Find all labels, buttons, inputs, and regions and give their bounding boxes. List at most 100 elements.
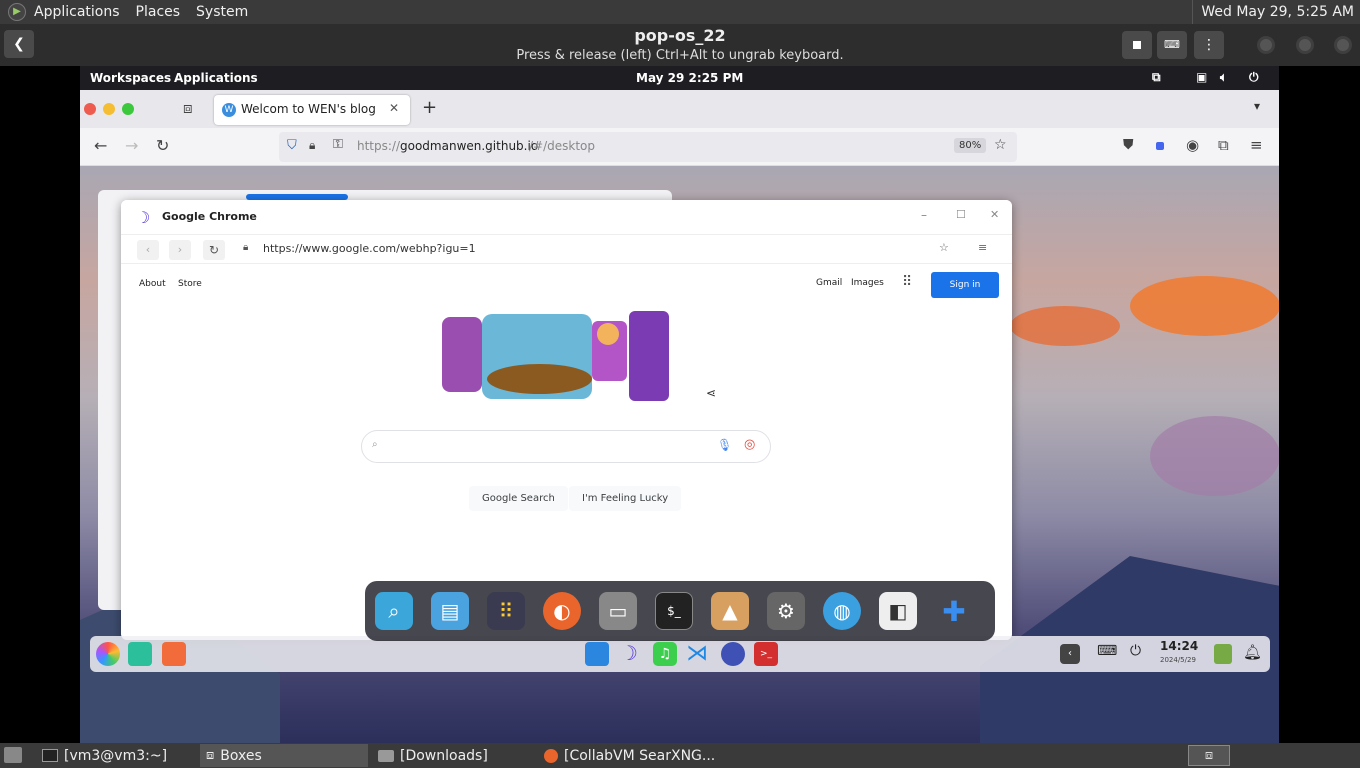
close-window-button[interactable] bbox=[1334, 36, 1352, 54]
new-tab-icon[interactable]: + bbox=[422, 97, 437, 118]
task-downloads[interactable]: [Downloads] bbox=[372, 744, 532, 767]
extensions-puzzle-icon[interactable]: ⧉ bbox=[1218, 136, 1229, 154]
shield-icon[interactable]: ⛉ bbox=[287, 138, 297, 153]
settings-app-icon[interactable] bbox=[721, 642, 745, 666]
distro-menu-icon[interactable]: ▶ bbox=[8, 3, 26, 21]
vm-display[interactable]: Workspaces Applications May 29 2:25 PM ⧉… bbox=[80, 66, 1279, 743]
chrome-forward-icon[interactable]: › bbox=[169, 240, 191, 260]
chrome-star-icon[interactable]: ☆ bbox=[939, 241, 949, 254]
store-link[interactable]: Store bbox=[178, 279, 202, 289]
workspace-switcher[interactable]: ⧈ bbox=[1188, 745, 1230, 766]
bookmark-star-icon[interactable]: ☆ bbox=[994, 137, 1007, 153]
music-app-icon[interactable]: ♫ bbox=[653, 642, 677, 666]
dock-files-icon[interactable]: ▭ bbox=[599, 592, 637, 630]
tab-active[interactable]: W Welcom to WEN's blog ✕ bbox=[214, 95, 410, 125]
task-label: [vm3@vm3:~] bbox=[64, 747, 168, 764]
vm-clock[interactable]: May 29 2:25 PM bbox=[636, 71, 743, 85]
dock-tweaks-icon[interactable]: ◧ bbox=[879, 592, 917, 630]
zoom-level[interactable]: 80% bbox=[954, 138, 987, 153]
grid-app-icon[interactable] bbox=[162, 642, 186, 666]
dock-launcher-rocket-icon[interactable]: ▲ bbox=[711, 592, 749, 630]
task-firefox[interactable]: [CollabVM SearXNG... bbox=[538, 744, 738, 767]
menu-system[interactable]: System bbox=[188, 0, 256, 24]
power-tray-icon[interactable]: ⏻ bbox=[1130, 643, 1141, 659]
google-search-button[interactable]: Google Search bbox=[469, 486, 568, 511]
minimize-button[interactable] bbox=[1257, 36, 1275, 54]
bell-icon[interactable]: 🔔︎ bbox=[1243, 643, 1262, 661]
sign-in-button[interactable]: Sign in bbox=[931, 272, 999, 298]
chrome-reload-icon[interactable]: ↻ bbox=[203, 240, 225, 260]
workspaces-button[interactable]: Workspaces bbox=[90, 71, 171, 85]
chrome-toolbar: ‹ › ↻ 🔒︎ https://www.google.com/webhp?ig… bbox=[121, 234, 1012, 264]
about-link[interactable]: About bbox=[139, 279, 166, 289]
lens-camera-icon[interactable]: ◎ bbox=[744, 437, 755, 452]
share-icon[interactable]: ⋖ bbox=[706, 386, 716, 400]
terminal-app-icon[interactable]: >_ bbox=[754, 642, 778, 666]
show-desktop-icon[interactable] bbox=[4, 747, 22, 763]
dock-settings-gear-icon[interactable]: ⚙ bbox=[767, 592, 805, 630]
account-icon[interactable]: ◉ bbox=[1186, 136, 1199, 154]
tab-overview-icon[interactable]: ⧈ bbox=[183, 99, 193, 117]
menu-places[interactable]: Places bbox=[128, 0, 189, 24]
folder-icon bbox=[378, 749, 394, 762]
gmail-link[interactable]: Gmail bbox=[816, 278, 842, 288]
dock-globe-icon[interactable]: ◍ bbox=[823, 592, 861, 630]
chrome-window[interactable]: ☽ Google Chrome – ☐ ✕ ‹ › ↻ 🔒︎ https://w… bbox=[121, 200, 1012, 640]
browser-app-icon[interactable]: ☽ bbox=[620, 641, 638, 665]
taskbar-time[interactable]: 14:24 bbox=[1160, 639, 1198, 653]
chrome-close-icon[interactable]: ✕ bbox=[990, 208, 999, 221]
dock-windows-icon[interactable]: ▤ bbox=[431, 592, 469, 630]
dock-terminal-icon[interactable]: $_ bbox=[655, 592, 693, 630]
notes-app-icon[interactable] bbox=[128, 642, 152, 666]
task-terminal[interactable]: [vm3@vm3:~] bbox=[36, 744, 196, 767]
lock-icon[interactable]: 🔒︎ bbox=[309, 138, 315, 153]
volume-icon[interactable]: 🔈︎ bbox=[1220, 70, 1227, 85]
task-boxes[interactable]: ⧈ Boxes bbox=[200, 744, 368, 767]
display-icon[interactable]: ▣ bbox=[1196, 70, 1207, 84]
maximize-dot-icon[interactable] bbox=[122, 103, 134, 115]
tray-back-icon[interactable]: ‹ bbox=[1060, 644, 1080, 664]
back-arrow-icon[interactable]: ← bbox=[94, 136, 107, 155]
stop-button[interactable] bbox=[1122, 31, 1152, 59]
applications-button[interactable]: Applications bbox=[174, 71, 258, 85]
feeling-lucky-button[interactable]: I'm Feeling Lucky bbox=[569, 486, 682, 511]
dock-search-icon[interactable]: ⌕ bbox=[375, 592, 413, 630]
pocket-icon[interactable]: ⛊ bbox=[1123, 137, 1134, 153]
tab-close-icon[interactable]: ✕ bbox=[389, 101, 399, 115]
dock-firefox-icon[interactable]: ◐ bbox=[543, 592, 581, 630]
reload-icon[interactable]: ↻ bbox=[156, 136, 169, 155]
google-doodle[interactable] bbox=[442, 309, 682, 401]
chrome-menu-icon[interactable]: ≡ bbox=[978, 241, 987, 254]
key-icon[interactable]: ⚿ bbox=[333, 137, 343, 152]
url-bar[interactable]: ⛉ 🔒︎ ⚿ https:// goodmanwen.github.io /#/… bbox=[279, 132, 1017, 162]
images-link[interactable]: Images bbox=[851, 278, 884, 288]
chrome-back-icon[interactable]: ‹ bbox=[137, 240, 159, 260]
forward-arrow-icon[interactable]: → bbox=[125, 136, 138, 155]
dock-apps-grid-icon[interactable]: ⠿ bbox=[487, 592, 525, 630]
vscode-app-icon[interactable]: ⋊ bbox=[686, 642, 710, 666]
keyboard-tray-icon[interactable]: ⌨ bbox=[1097, 643, 1117, 659]
power-icon[interactable]: ⏻ bbox=[1249, 70, 1259, 85]
list-tabs-chevron-icon[interactable]: ▾ bbox=[1254, 99, 1260, 113]
apps-grid-icon[interactable]: ⠿ bbox=[902, 274, 912, 290]
close-dot-icon[interactable] bbox=[84, 103, 96, 115]
search-box[interactable]: ⌕ 🎙︎ ◎ bbox=[361, 430, 771, 463]
store-app-icon[interactable] bbox=[585, 642, 609, 666]
window-switch-icon[interactable]: ⧉ bbox=[1152, 70, 1161, 85]
web-desktop[interactable]: ☽ Google Chrome – ☐ ✕ ‹ › ↻ 🔒︎ https://w… bbox=[80, 166, 1279, 743]
chrome-minimize-icon[interactable]: – bbox=[921, 208, 927, 222]
menu-button[interactable]: ⋮ bbox=[1194, 31, 1224, 59]
chrome-maximize-icon[interactable]: ☐ bbox=[956, 208, 966, 221]
launcher-icon[interactable] bbox=[96, 642, 120, 666]
dock-extensions-puzzle-icon[interactable]: ✚ bbox=[935, 592, 973, 630]
minimize-dot-icon[interactable] bbox=[103, 103, 115, 115]
host-clock[interactable]: Wed May 29, 5:25 AM bbox=[1192, 0, 1354, 24]
shield-tray-icon[interactable] bbox=[1214, 644, 1232, 664]
extension-icon[interactable] bbox=[1156, 142, 1164, 150]
menu-applications[interactable]: Applications bbox=[26, 0, 128, 24]
microphone-icon[interactable]: 🎙︎ bbox=[717, 438, 732, 452]
chrome-url[interactable]: https://www.google.com/webhp?igu=1 bbox=[263, 242, 476, 255]
hamburger-menu-icon[interactable]: ≡ bbox=[1250, 136, 1263, 154]
keyboard-button[interactable]: ⌨ bbox=[1157, 31, 1187, 59]
maximize-button[interactable] bbox=[1296, 36, 1314, 54]
